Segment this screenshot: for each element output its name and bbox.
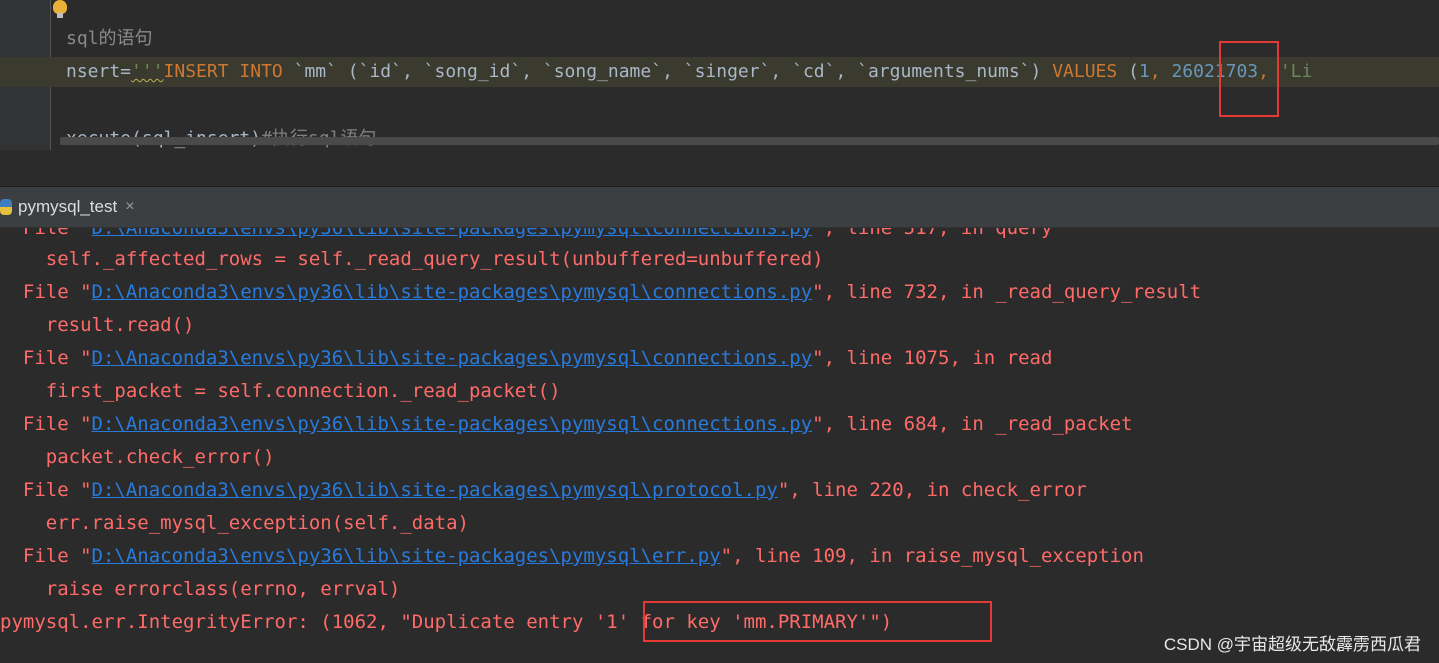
console-line: self._affected_rows = self._read_query_r… [0, 243, 824, 276]
console-line: File "D:\Anaconda3\envs\py36\lib\site-pa… [0, 408, 1133, 441]
file-path-link[interactable]: D:\Anaconda3\envs\py36\lib\site-packages… [92, 413, 813, 435]
console-text: first_packet = self.connection._read_pac… [0, 380, 561, 402]
editor-comment-line: sql的语句 [66, 28, 153, 49]
run-console[interactable]: File "D:\Anaconda3\envs\py36\lib\site-pa… [0, 228, 1439, 663]
run-tab-bar: pymysql_test × [0, 187, 1439, 228]
console-text: File " [0, 347, 92, 369]
console-line: File "D:\Anaconda3\envs\py36\lib\site-pa… [0, 276, 1201, 309]
console-text: File " [0, 413, 92, 435]
csdn-watermark: CSDN @宇宙超级无敌霹雳西瓜君 [1163, 635, 1421, 654]
highlight-box-id-value [1219, 41, 1279, 117]
console-text: File " [0, 545, 92, 567]
tab-label: pymysql_test [18, 197, 118, 216]
console-text: result.read() [0, 314, 195, 336]
lightbulb-base [57, 13, 63, 18]
console-line: packet.check_error() [0, 441, 275, 474]
console-text: File " [0, 479, 92, 501]
sql-column-list: (`id`, `song_id`, `song_name`, `singer`,… [347, 61, 1042, 82]
lightbulb-icon[interactable] [53, 0, 67, 14]
console-line: raise errorclass(errno, errval) [0, 573, 401, 606]
insert-line-text: nsert='''INSERT INTO `mm` (`id`, `song_i… [66, 57, 1312, 87]
file-path-link[interactable]: D:\Anaconda3\envs\py36\lib\site-packages… [92, 479, 778, 501]
console-text: ", line 220, in check_error [777, 479, 1087, 501]
sql-open-paren: ( [1128, 61, 1139, 82]
highlight-box-duplicate-entry [643, 601, 992, 642]
file-path-link[interactable]: D:\Anaconda3\envs\py36\lib\site-packages… [92, 281, 813, 303]
console-text: ", line 109, in raise_mysql_exception [720, 545, 1144, 567]
tab-pymysql-test[interactable]: pymysql_test × [0, 187, 143, 227]
console-line: err.raise_mysql_exception(self._data) [0, 507, 469, 540]
file-path-link[interactable]: D:\Anaconda3\envs\py36\lib\site-packages… [92, 228, 813, 239]
panel-splitter[interactable] [0, 150, 1439, 187]
triple-quote: ''' [131, 61, 164, 82]
file-path-link[interactable]: D:\Anaconda3\envs\py36\lib\site-packages… [92, 347, 813, 369]
console-line: result.read() [0, 309, 195, 342]
sql-table-name: `mm` [282, 61, 348, 82]
console-text: File " [0, 281, 92, 303]
file-path-link[interactable]: D:\Anaconda3\envs\py36\lib\site-packages… [92, 545, 721, 567]
console-text: ", line 1075, in read [812, 347, 1053, 369]
sql-value-song-name: 'Li [1279, 61, 1313, 82]
console-line: File "D:\Anaconda3\envs\py36\lib\site-pa… [0, 474, 1087, 507]
console-text: ", line 732, in _read_query_result [812, 281, 1202, 303]
console-text: File " [0, 228, 92, 239]
editor-horizontal-scrollbar[interactable] [60, 137, 1439, 145]
sql-value-id: 1 [1138, 61, 1150, 82]
sql-insert-keyword: INSERT INTO [163, 61, 283, 82]
console-text: ", line 517, in query [812, 228, 1053, 239]
console-text: self._affected_rows = self._read_query_r… [0, 248, 824, 270]
python-icon [0, 199, 12, 215]
sql-comma: , [1149, 61, 1172, 82]
insert-var-name: nsert= [66, 61, 132, 82]
console-text: err.raise_mysql_exception(self._data) [0, 512, 469, 534]
close-icon[interactable]: × [125, 198, 134, 216]
console-text: ", line 684, in _read_packet [812, 413, 1133, 435]
console-line: File "D:\Anaconda3\envs\py36\lib\site-pa… [0, 540, 1144, 573]
console-text: packet.check_error() [0, 446, 275, 468]
console-line: first_packet = self.connection._read_pac… [0, 375, 561, 408]
console-text: raise errorclass(errno, errval) [0, 578, 401, 600]
console-line: File "D:\Anaconda3\envs\py36\lib\site-pa… [0, 342, 1053, 375]
sql-values-keyword: VALUES [1041, 61, 1129, 82]
